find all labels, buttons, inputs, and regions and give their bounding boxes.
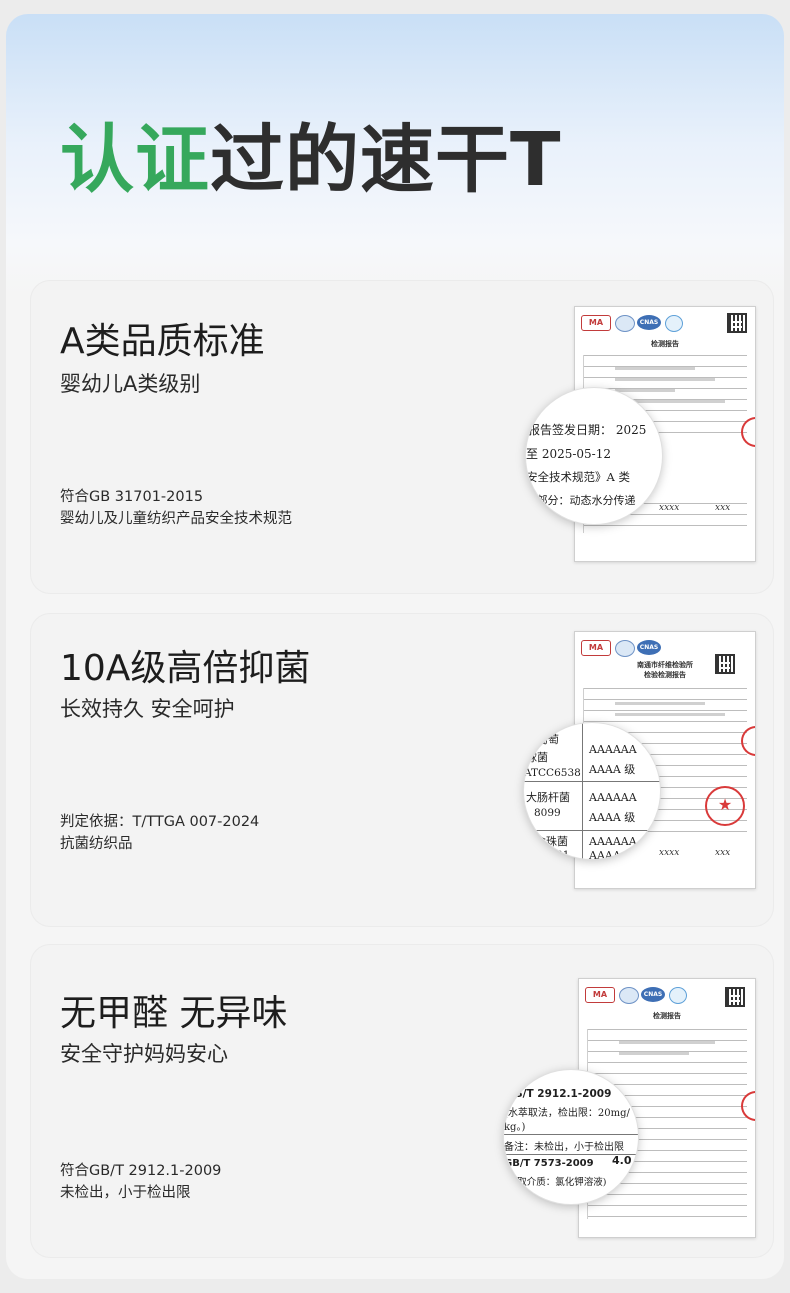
magnifier-zoom: 报告签发日期： 2025 至 2025-05-12 安全技术规范》A 类 2 部…: [526, 388, 662, 524]
table-rule: [524, 781, 660, 782]
red-stamp: ★: [705, 786, 745, 826]
magnified-text: GB/T 7573-2009: [504, 1158, 594, 1169]
magnified-text: 8099: [534, 807, 561, 819]
document-title: 南通市纤维检验所: [637, 661, 693, 669]
card-subheading: 长效持久 安全呵护: [60, 697, 235, 721]
note-line: 符合GB 31701-2015: [60, 489, 204, 505]
cnas-logo: CNAS: [637, 315, 661, 330]
magnified-text: 球菌: [526, 751, 548, 764]
document-text-row: [615, 367, 695, 370]
document-subtitle: 检验检测报告: [644, 671, 686, 679]
signature: xxxx: [659, 848, 680, 858]
magnified-text: ATCC6538: [524, 767, 581, 779]
signature: xxxx: [659, 503, 680, 513]
magnified-text: (萃取介质：氯化钾溶液): [504, 1177, 607, 1188]
ma-logo: MA: [581, 640, 611, 656]
ilac-logo-icon: [665, 315, 683, 332]
card-notes: 符合GB/T 2912.1-2009 未检出，小于检出限: [60, 1160, 221, 1204]
magnified-text: AAAA 级: [589, 811, 636, 824]
ma-logo: MA: [581, 315, 611, 331]
card-subheading: 安全守护妈妈安心: [60, 1042, 228, 1066]
table-rule: [582, 723, 583, 859]
card-formaldehyde-free: 无甲醛 无异味 安全守护妈妈安心 符合GB/T 2912.1-2009 未检出，…: [30, 944, 774, 1258]
table-rule: [504, 1134, 638, 1135]
magnified-text: (水萃取法，检出限：20mg/: [504, 1108, 630, 1119]
magnifier-zoom: 色葡萄 AAAAAA 球菌 AAAA 级 ATCC6538 大肠杆菌 AAAAA…: [524, 723, 660, 859]
magnified-text: kg。): [504, 1122, 526, 1133]
card-notes: 符合GB 31701-2015 婴幼儿及儿童纺织产品安全技术规范: [60, 486, 292, 530]
magnified-text: 大肠杆菌: [526, 791, 570, 804]
card-heading: 无甲醛 无异味: [60, 993, 288, 1034]
note-line: 抗菌纺织品: [60, 836, 133, 852]
cma-seal-icon: [619, 987, 639, 1004]
card-antibacterial: 10A级高倍抑菌 长效持久 安全呵护 判定依据：T/TTGA 007-2024 …: [30, 613, 774, 927]
magnifier-zoom: GB/T 2912.1-2009 (水萃取法，检出限：20mg/ kg。) 备注…: [504, 1070, 638, 1204]
ma-logo: MA: [585, 987, 615, 1003]
card-notes: 判定依据：T/TTGA 007-2024 抗菌纺织品: [60, 811, 259, 855]
magnified-text: 备注：未检出，小于检出限: [504, 1142, 624, 1153]
magnified-text: 色葡萄: [526, 733, 559, 746]
magnified-text: 至 2025-05-12: [526, 447, 612, 461]
stamp-star-icon: ★: [717, 795, 733, 814]
magnified-text: 白念珠菌: [524, 835, 568, 848]
page-title-rest: 过的速干T: [210, 117, 562, 203]
magnified-text: 报告签发日期： 2025: [528, 423, 647, 437]
ilac-logo-icon: [669, 987, 687, 1004]
qr-code-icon: [725, 987, 745, 1007]
page-title-accent: 认证: [60, 117, 210, 203]
card-heading: 10A级高倍抑菌: [60, 648, 311, 689]
note-line: 判定依据：T/TTGA 007-2024: [60, 814, 260, 830]
card-heading: A类品质标准: [60, 321, 265, 362]
cnas-logo: CNAS: [641, 987, 665, 1002]
card-subheading: 婴幼儿A类级别: [60, 372, 201, 396]
card-a-class-standard: A类品质标准 婴幼儿A类级别 符合GB 31701-2015 婴幼儿及儿童纺织产…: [30, 280, 774, 594]
signature: xxx: [715, 503, 731, 513]
document-text-row: [619, 1041, 715, 1044]
document-text-row: [615, 702, 705, 705]
table-rule: [524, 830, 660, 831]
page-panel: 认证过的速干T A类品质标准 婴幼儿A类级别 符合GB 31701-2015 婴…: [6, 14, 784, 1279]
magnified-text: AAAAAA: [589, 835, 637, 848]
magnified-text: 10231: [536, 849, 570, 859]
magnified-text: GB/T 2912.1-2009: [506, 1088, 612, 1100]
document-text-row: [619, 1052, 689, 1055]
document-text-row: [615, 713, 725, 716]
document-text-row: [615, 378, 715, 381]
note-line: 未检出，小于检出限: [60, 1185, 191, 1201]
cma-seal-icon: [615, 640, 635, 657]
magnified-text: 4.0: [612, 1154, 632, 1167]
magnified-text: AAAA: [589, 849, 621, 859]
document-title: 检测报告: [653, 1012, 681, 1020]
magnified-text: AAAAAA: [589, 743, 637, 756]
note-line: 符合GB/T 2912.1-2009: [60, 1163, 222, 1179]
cma-seal-icon: [615, 315, 635, 332]
signature: xxx: [715, 848, 731, 858]
cnas-logo: CNAS: [637, 640, 661, 655]
document-text-row: [615, 389, 675, 392]
qr-code-icon: [727, 313, 747, 333]
magnified-text: AAAAAA: [589, 791, 637, 804]
note-line: 婴幼儿及儿童纺织产品安全技术规范: [60, 511, 292, 527]
page-title: 认证过的速干T: [60, 114, 561, 206]
magnified-text: AAAA 级: [589, 763, 636, 776]
magnified-text: 安全技术规范》A 类: [526, 470, 630, 484]
magnified-text: 2 部分：动态水分传递: [526, 494, 636, 507]
document-title: 检测报告: [651, 340, 679, 348]
